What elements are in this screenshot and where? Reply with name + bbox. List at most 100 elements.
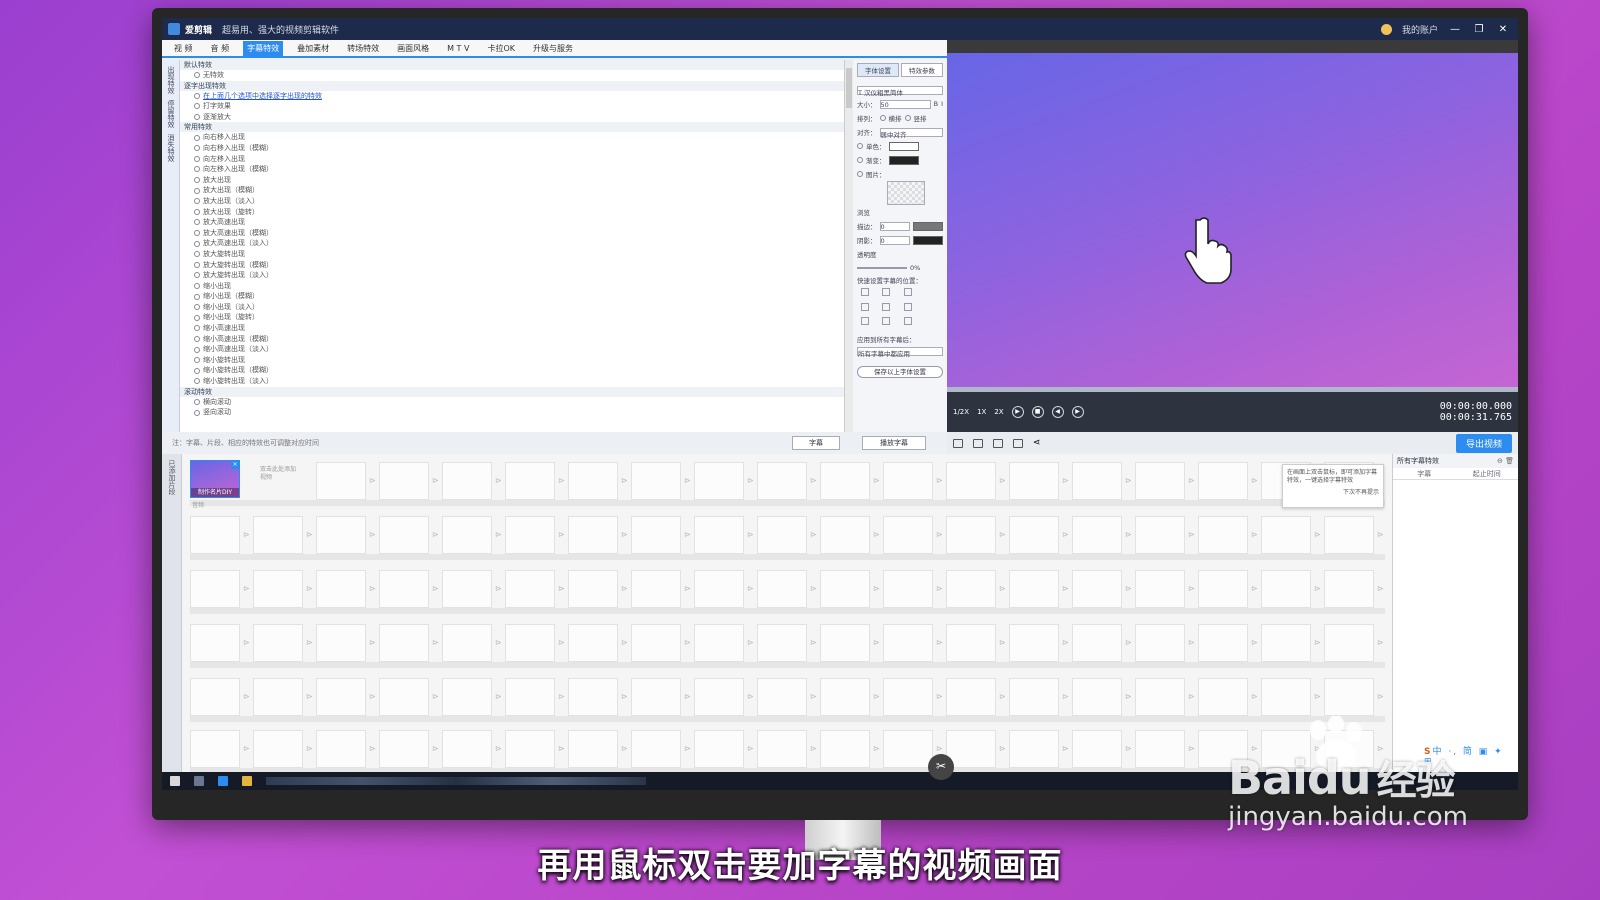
transition-arrow-icon[interactable]: ⊳ — [1188, 476, 1195, 485]
timeline-slot[interactable] — [1198, 678, 1248, 716]
effect-item[interactable]: 缩小旋转出现 — [180, 355, 844, 366]
timeline-slot[interactable] — [190, 678, 240, 716]
transition-arrow-icon[interactable]: ⊳ — [873, 638, 880, 647]
effect-item[interactable]: 在上面几个选项中选择逐字出现的特效 — [180, 91, 844, 102]
transition-arrow-icon[interactable]: ⊳ — [369, 584, 376, 593]
effect-item[interactable]: 向右移入出现 — [180, 132, 844, 143]
transition-arrow-icon[interactable]: ⊳ — [432, 692, 439, 701]
effect-radio[interactable] — [194, 304, 200, 311]
effect-radio[interactable] — [194, 272, 200, 279]
timeline-slot[interactable] — [190, 516, 240, 554]
timeline-slot[interactable] — [883, 570, 933, 608]
effect-item[interactable]: 放大出现（淡入） — [180, 196, 844, 207]
effect-radio[interactable] — [194, 240, 200, 247]
timeline-slot[interactable] — [1135, 462, 1185, 500]
timeline-slot[interactable] — [1135, 624, 1185, 662]
transition-arrow-icon[interactable]: ⊳ — [684, 476, 691, 485]
effect-radio[interactable] — [194, 314, 200, 321]
effect-radio[interactable] — [194, 398, 200, 405]
timeline-slot[interactable] — [442, 462, 492, 500]
add-clip-hint[interactable]: 双击此处添加视频 — [260, 466, 300, 482]
transition-arrow-icon[interactable]: ⊳ — [432, 476, 439, 485]
timeline-slot[interactable] — [694, 570, 744, 608]
timeline-slot[interactable] — [1135, 516, 1185, 554]
transition-arrow-icon[interactable]: ⊳ — [243, 744, 250, 753]
effect-item[interactable]: 放大出现 — [180, 175, 844, 186]
transition-arrow-icon[interactable]: ⊳ — [558, 638, 565, 647]
effect-group[interactable]: 常用特效 — [180, 122, 844, 133]
save-font-settings-button[interactable]: 保存以上字体设置 — [857, 366, 943, 378]
effect-radio[interactable] — [194, 114, 200, 121]
effect-radio[interactable] — [194, 134, 200, 141]
timeline-slot[interactable] — [316, 570, 366, 608]
save-icon[interactable] — [1013, 438, 1023, 448]
timeline-slot[interactable] — [316, 462, 366, 500]
timeline-slot[interactable] — [568, 730, 618, 768]
effect-radio[interactable] — [194, 92, 200, 99]
transition-arrow-icon[interactable]: ⊳ — [243, 584, 250, 593]
tab-karaoke[interactable]: 卡拉OK — [483, 41, 519, 56]
transition-arrow-icon[interactable]: ⊳ — [810, 638, 817, 647]
transition-arrow-icon[interactable]: ⊳ — [495, 692, 502, 701]
timeline-slot[interactable] — [631, 462, 681, 500]
transition-arrow-icon[interactable]: ⊳ — [684, 744, 691, 753]
effect-radio[interactable] — [194, 251, 200, 258]
shadow-input[interactable]: 0 — [879, 235, 910, 245]
effect-item[interactable]: 放大旋转出现（模糊） — [180, 260, 844, 271]
timeline-slot[interactable] — [253, 570, 303, 608]
speed-double[interactable]: 2X — [994, 408, 1003, 416]
transition-arrow-icon[interactable]: ⊳ — [1125, 744, 1132, 753]
transition-arrow-icon[interactable]: ⊳ — [810, 476, 817, 485]
transition-arrow-icon[interactable]: ⊳ — [1062, 692, 1069, 701]
transition-arrow-icon[interactable]: ⊳ — [873, 744, 880, 753]
tab-effect-params[interactable]: 特效参数 — [901, 63, 943, 77]
transition-arrow-icon[interactable]: ⊳ — [1062, 744, 1069, 753]
timeline-slot[interactable] — [1009, 516, 1059, 554]
transition-arrow-icon[interactable]: ⊳ — [684, 584, 691, 593]
timeline-slot[interactable] — [631, 730, 681, 768]
effect-item[interactable]: 向左移入出现（模糊） — [180, 164, 844, 175]
user-menu[interactable]: 我的账户 — [1402, 23, 1438, 36]
browse-button[interactable]: 浏览 — [857, 207, 870, 217]
transition-arrow-icon[interactable]: ⊳ — [243, 638, 250, 647]
transition-arrow-icon[interactable]: ⊳ — [1251, 476, 1258, 485]
transition-arrow-icon[interactable]: ⊳ — [999, 744, 1006, 753]
italic-button[interactable]: I — [941, 100, 943, 108]
timeline-slot[interactable] — [316, 678, 366, 716]
effect-group[interactable]: 默认特效 — [180, 60, 844, 70]
transition-arrow-icon[interactable]: ⊳ — [369, 692, 376, 701]
shadow-color[interactable] — [913, 235, 943, 245]
effect-item[interactable]: 放大出现（模糊） — [180, 185, 844, 196]
timeline-slot[interactable] — [253, 624, 303, 662]
timeline-slot[interactable] — [316, 730, 366, 768]
effect-item[interactable]: 缩小旋转出现（淡入） — [180, 376, 844, 387]
position-grid[interactable] — [861, 288, 921, 328]
gradient-radio[interactable] — [857, 157, 863, 163]
timeline-slot[interactable] — [820, 730, 870, 768]
effect-item[interactable]: 竖向滚动 — [180, 407, 844, 418]
effect-radio[interactable] — [194, 357, 200, 364]
transition-arrow-icon[interactable]: ⊳ — [936, 692, 943, 701]
share-icon[interactable]: ⋖ — [1033, 438, 1041, 448]
transition-arrow-icon[interactable]: ⊳ — [1314, 584, 1321, 593]
timeline-slot[interactable] — [1009, 462, 1059, 500]
effect-radio[interactable] — [194, 198, 200, 205]
timeline-slot[interactable] — [190, 570, 240, 608]
timeline-slot[interactable] — [946, 516, 996, 554]
transition-arrow-icon[interactable]: ⊳ — [306, 692, 313, 701]
video-preview[interactable] — [947, 53, 1518, 387]
transition-arrow-icon[interactable]: ⊳ — [432, 638, 439, 647]
tab-mtv[interactable]: M T V — [443, 42, 473, 55]
transition-arrow-icon[interactable]: ⊳ — [1251, 692, 1258, 701]
timeline-slot[interactable] — [505, 678, 555, 716]
tab-style[interactable]: 画面风格 — [393, 41, 433, 56]
transition-arrow-icon[interactable]: ⊳ — [369, 744, 376, 753]
tab-audio[interactable]: 音 频 — [207, 41, 234, 56]
transition-arrow-icon[interactable]: ⊳ — [999, 638, 1006, 647]
timeline-slot[interactable] — [820, 678, 870, 716]
timeline-slot[interactable] — [568, 516, 618, 554]
scissors-icon[interactable]: ✂ — [928, 754, 954, 780]
timeline-slot[interactable] — [1072, 462, 1122, 500]
timeline-slot[interactable] — [253, 730, 303, 768]
effect-radio[interactable] — [194, 219, 200, 226]
